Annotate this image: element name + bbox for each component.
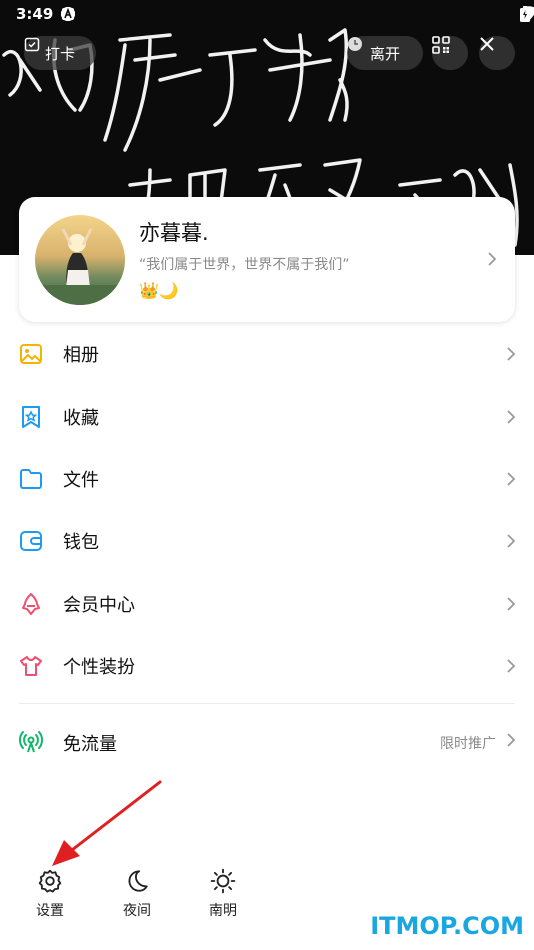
level-badges: 👑🌙 (139, 281, 179, 300)
settings-button[interactable]: 设置 (20, 868, 80, 928)
favorites-icon (22, 405, 40, 428)
menu-item-free-data[interactable]: 免流量 限时推广 (0, 712, 534, 772)
qr-code-button[interactable] (432, 36, 468, 70)
menu-item-label: 钱包 (63, 532, 99, 554)
folder-icon (20, 468, 42, 489)
nickname: 亦暮暮. (139, 221, 209, 245)
menu-item-label: 收藏 (63, 407, 99, 429)
signal-icon (19, 731, 43, 753)
menu-item-label: 文件 (63, 469, 99, 491)
menu-item-personalize[interactable]: 个性装扮 (0, 635, 534, 697)
chevron-right-icon (507, 409, 516, 424)
leave-status-button[interactable]: 离开 (347, 36, 423, 70)
close-button[interactable] (479, 36, 515, 70)
battery-icon (520, 6, 530, 22)
leave-label: 离开 (369, 44, 400, 63)
checkin-label: 打卡 (44, 44, 75, 63)
chevron-right-icon (507, 472, 516, 486)
menu-list: 相册 收藏 文件 钱包 会员中心 个性装扮 (0, 323, 534, 697)
weather-label: 南明 (209, 903, 237, 919)
album-icon (20, 344, 42, 365)
menu-item-wallet[interactable]: 钱包 (0, 510, 534, 572)
clock-icon (348, 37, 362, 51)
avatar-image (35, 228, 125, 305)
profile-card[interactable]: 亦暮暮. “我们属于世界，世界不属于我们” 👑🌙 (19, 197, 515, 322)
tshirt-icon (20, 656, 42, 677)
vip-icon (22, 592, 40, 615)
wallet-icon (20, 531, 42, 552)
qr-code-icon (432, 36, 450, 54)
promo-tag: 限时推广 (440, 736, 496, 752)
night-label: 夜间 (123, 903, 151, 919)
chevron-right-icon (507, 534, 516, 548)
settings-label: 设置 (36, 903, 64, 919)
status-bar: 3:49 (0, 0, 534, 28)
menu-item-label: 相册 (63, 345, 99, 367)
chevron-right-icon (507, 347, 516, 361)
checkin-button[interactable]: 打卡 (24, 36, 96, 70)
calendar-check-icon (24, 37, 40, 52)
menu-item-vip-center[interactable]: 会员中心 (0, 573, 534, 635)
sun-icon (210, 868, 236, 894)
chevron-right-icon (488, 252, 497, 266)
divider (19, 703, 515, 704)
chevron-right-icon (507, 597, 516, 611)
signature: “我们属于世界，世界不属于我们” (139, 257, 350, 273)
status-time: 3:49 (16, 5, 54, 23)
moon-icon (128, 870, 148, 892)
a-notification-icon (62, 7, 74, 20)
close-icon (480, 37, 494, 51)
menu-item-album[interactable]: 相册 (0, 323, 534, 385)
gear-icon (38, 869, 62, 893)
menu-item-files[interactable]: 文件 (0, 448, 534, 510)
menu-item-label: 免流量 (63, 734, 117, 755)
watermark: ITMOP.COM (370, 912, 524, 940)
night-mode-button[interactable]: 夜间 (107, 868, 167, 928)
menu-item-label: 会员中心 (63, 594, 135, 616)
weather-button[interactable]: 南明 (193, 868, 253, 928)
menu-item-favorites[interactable]: 收藏 (0, 385, 534, 447)
avatar[interactable] (35, 215, 125, 305)
menu-item-label: 个性装扮 (63, 657, 135, 679)
chevron-right-icon (507, 733, 516, 747)
chevron-right-icon (507, 659, 516, 673)
